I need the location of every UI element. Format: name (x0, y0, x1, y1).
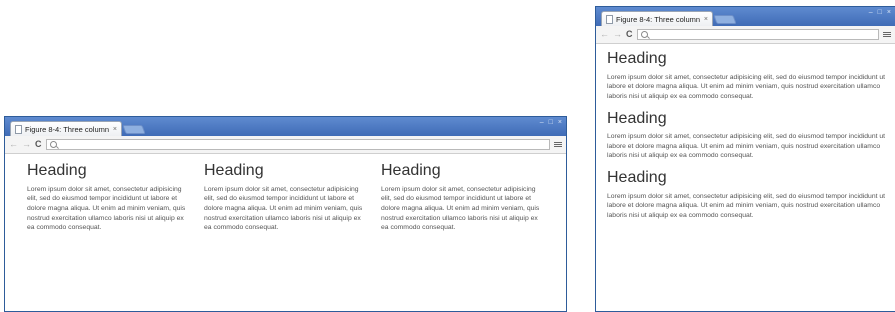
tab-close-icon[interactable]: × (704, 16, 708, 23)
close-icon[interactable]: × (887, 9, 891, 16)
column-text: Lorem ipsum dolor sit amet, consectetur … (607, 133, 886, 160)
search-icon (640, 31, 648, 38)
new-tab-button[interactable] (122, 125, 146, 134)
tab-title: Figure 8-4: Three column (25, 124, 110, 134)
reload-icon[interactable]: C (35, 140, 42, 149)
browser-window-wide: Figure 8-4: Three column × – □ × ← → C H… (4, 116, 567, 312)
window-controls: – □ × (869, 9, 891, 16)
title-bar: Figure 8-4: Three column × – □ × (5, 117, 566, 136)
maximize-icon[interactable]: □ (878, 9, 882, 16)
back-icon[interactable]: ← (600, 30, 609, 39)
maximize-icon[interactable]: □ (549, 119, 553, 126)
tab-close-icon[interactable]: × (113, 126, 117, 133)
reload-icon[interactable]: C (626, 30, 633, 39)
address-bar[interactable] (636, 29, 879, 40)
browser-toolbar: ← → C (596, 26, 895, 44)
menu-icon[interactable] (554, 142, 562, 147)
column: Heading Lorem ipsum dolor sit amet, cons… (607, 50, 887, 102)
address-bar[interactable] (45, 139, 550, 150)
page-icon (606, 14, 613, 24)
column-text: Lorem ipsum dolor sit amet, consectetur … (607, 73, 886, 100)
menu-icon[interactable] (883, 32, 891, 37)
column: Heading Lorem ipsum dolor sit amet, cons… (607, 169, 887, 221)
forward-icon[interactable]: → (613, 30, 622, 39)
column: Heading Lorem ipsum dolor sit amet, cons… (204, 162, 367, 233)
new-tab-button[interactable] (713, 15, 737, 24)
browser-toolbar: ← → C (5, 136, 566, 154)
column: Heading Lorem ipsum dolor sit amet, cons… (381, 162, 544, 233)
search-icon (49, 141, 57, 148)
browser-tab[interactable]: Figure 8-4: Three column × (10, 121, 122, 136)
browser-window-narrow: Figure 8-4: Three column × – □ × ← → C H… (595, 6, 895, 312)
tab-title: Figure 8-4: Three column (616, 14, 701, 24)
minimize-icon[interactable]: – (540, 119, 544, 126)
column-text: Lorem ipsum dolor sit amet, consectetur … (204, 185, 363, 232)
browser-tab[interactable]: Figure 8-4: Three column × (601, 11, 713, 26)
column-text: Lorem ipsum dolor sit amet, consectetur … (27, 185, 186, 232)
close-icon[interactable]: × (558, 119, 562, 126)
column: Heading Lorem ipsum dolor sit amet, cons… (607, 110, 887, 162)
column-heading: Heading (204, 162, 264, 179)
column-heading: Heading (607, 50, 667, 67)
title-bar: Figure 8-4: Three column × – □ × (596, 7, 895, 26)
column-heading: Heading (27, 162, 87, 179)
forward-icon[interactable]: → (22, 140, 31, 149)
column-heading: Heading (381, 162, 441, 179)
page-icon (15, 124, 22, 134)
back-icon[interactable]: ← (9, 140, 18, 149)
minimize-icon[interactable]: – (869, 9, 873, 16)
window-controls: – □ × (540, 119, 562, 126)
column-text: Lorem ipsum dolor sit amet, consectetur … (381, 185, 540, 232)
column: Heading Lorem ipsum dolor sit amet, cons… (27, 162, 190, 233)
page-content: Heading Lorem ipsum dolor sit amet, cons… (596, 44, 895, 221)
column-text: Lorem ipsum dolor sit amet, consectetur … (607, 192, 886, 219)
column-heading: Heading (607, 169, 667, 187)
column-heading: Heading (607, 109, 667, 127)
page-content: Heading Lorem ipsum dolor sit amet, cons… (5, 154, 566, 233)
